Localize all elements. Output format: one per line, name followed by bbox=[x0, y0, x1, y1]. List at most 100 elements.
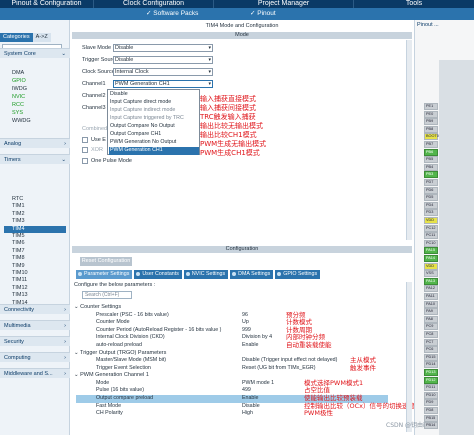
pin-pd10[interactable]: PD10 bbox=[424, 391, 438, 399]
trigger-source-select[interactable]: Disable ▾ bbox=[113, 56, 213, 64]
pin-pa10[interactable]: PA10 bbox=[424, 300, 438, 308]
dropdown-option[interactable]: PWM Generation No Output bbox=[109, 139, 199, 147]
pin-vss[interactable]: VSS bbox=[424, 270, 438, 278]
pin-pd13[interactable]: PD13 bbox=[424, 369, 438, 376]
parameter-value[interactable]: Enable bbox=[242, 395, 259, 403]
parameter-group[interactable]: ⌄ Trigger Output (TRGO) Parameters bbox=[74, 350, 166, 357]
peripheral-item[interactable]: TIM5 bbox=[12, 233, 25, 240]
slave-mode-select[interactable]: Disable ▾ bbox=[113, 44, 213, 52]
pin-pc7[interactable]: PC7 bbox=[424, 338, 438, 346]
use-etr-checkbox[interactable] bbox=[82, 137, 88, 143]
software-packs-menu[interactable]: ✓ Software Packs bbox=[146, 8, 198, 20]
pin-pb14[interactable]: PB14 bbox=[424, 422, 438, 430]
parameter-value[interactable]: 96 bbox=[242, 312, 248, 320]
peripheral-item[interactable]: TIM7 bbox=[12, 248, 25, 255]
pin-vdd[interactable]: VDD bbox=[424, 217, 438, 224]
section-security[interactable]: Security › bbox=[0, 336, 70, 346]
peripheral-item[interactable]: TIM6 bbox=[12, 240, 25, 247]
config-tab[interactable]: GPIO Settings bbox=[275, 270, 321, 279]
config-tab[interactable]: NVIC Settings bbox=[183, 270, 229, 279]
pin-pd11[interactable]: PD11 bbox=[424, 384, 438, 392]
pin-pd6[interactable]: PD6 bbox=[424, 186, 438, 194]
parameter-value[interactable]: Up bbox=[242, 319, 249, 327]
parameter-value[interactable]: High bbox=[242, 410, 253, 418]
dropdown-option[interactable]: Output Compare CH1 bbox=[109, 131, 199, 139]
peripheral-item[interactable]: GPIO bbox=[12, 78, 26, 85]
pin-pc12[interactable]: PC12 bbox=[424, 224, 438, 232]
tab-pinout-configuration[interactable]: Pinout & Configuration bbox=[0, 0, 94, 8]
parameter-value[interactable]: Disable (Trigger input effect not delaye… bbox=[242, 357, 337, 365]
parameter-value[interactable]: 999 bbox=[242, 327, 251, 335]
pin-pb5[interactable]: PB5 bbox=[424, 156, 438, 164]
pin-pb4[interactable]: PB4 bbox=[424, 163, 438, 171]
pin-pc11[interactable]: PC11 bbox=[424, 232, 438, 240]
pinout-view-label[interactable]: Pinout ... bbox=[417, 22, 439, 28]
pin-pc8[interactable]: PC8 bbox=[424, 331, 438, 338]
channel1-select[interactable]: PWM Generation CH1 ▾ bbox=[113, 80, 213, 88]
config-tab[interactable]: DMA Settings bbox=[230, 270, 274, 279]
peripheral-item[interactable]: TIM10 bbox=[12, 270, 28, 277]
pin-pb6[interactable]: PB6 bbox=[424, 148, 438, 156]
pin-pa13[interactable]: PA13 bbox=[424, 277, 438, 285]
pin-pb7[interactable]: PB7 bbox=[424, 141, 438, 148]
peripheral-item[interactable]: TIM1 bbox=[12, 203, 25, 210]
pin-boot0[interactable]: BOOT0 bbox=[424, 133, 439, 141]
pin-pd4[interactable]: PD4 bbox=[424, 201, 438, 209]
pin-pa8[interactable]: PA8 bbox=[424, 315, 438, 323]
peripheral-item[interactable]: TIM8 bbox=[12, 255, 25, 262]
pin-pd14[interactable]: PD14 bbox=[424, 361, 438, 369]
parameter-value[interactable]: Disable bbox=[242, 403, 260, 411]
tab-clock-configuration[interactable]: Clock Configuration bbox=[94, 0, 214, 8]
pin-vdd[interactable]: VDD bbox=[424, 262, 438, 270]
peripheral-item[interactable]: TIM13 bbox=[12, 292, 28, 299]
section-timers[interactable]: Timers ⌄ bbox=[0, 154, 70, 164]
config-tab[interactable]: User Constants bbox=[134, 270, 182, 279]
section-computing[interactable]: Computing › bbox=[0, 352, 70, 362]
parameter-value[interactable]: Division by 4 bbox=[242, 334, 272, 342]
pin-pa12[interactable]: PA12 bbox=[424, 285, 438, 293]
pin-pc9[interactable]: PC9 bbox=[424, 323, 438, 331]
pin-pe0[interactable]: PE0 bbox=[424, 110, 438, 118]
pin-pd8[interactable]: PD8 bbox=[424, 407, 438, 414]
dropdown-option[interactable]: Input Capture indirect mode bbox=[109, 107, 199, 115]
section-middleware[interactable]: Middleware and S... › bbox=[0, 368, 70, 378]
pin-pa14[interactable]: PA14 bbox=[424, 255, 438, 262]
dropdown-option[interactable]: Input Capture triggered by TRC bbox=[109, 115, 199, 123]
pin-pd7[interactable]: PD7 bbox=[424, 179, 438, 186]
pin-pa15[interactable]: PA15 bbox=[424, 247, 438, 255]
parameter-group[interactable]: ⌄ Counter Settings bbox=[74, 304, 121, 311]
pin-pc10[interactable]: PC10 bbox=[424, 239, 438, 247]
pin-pa9[interactable]: PA9 bbox=[424, 308, 438, 316]
peripheral-item-tim4[interactable]: TIM4 bbox=[4, 225, 66, 233]
dropdown-option[interactable]: Input Capture direct mode bbox=[109, 99, 199, 107]
peripheral-item[interactable]: TIM2 bbox=[12, 211, 25, 218]
pin-pe1[interactable]: PE1 bbox=[424, 103, 438, 110]
section-multimedia[interactable]: Multimedia › bbox=[0, 320, 70, 330]
pin-pb15[interactable]: PB15 bbox=[424, 414, 438, 422]
dropdown-option[interactable]: Output Compare No Output bbox=[109, 123, 199, 131]
tab-categories[interactable]: Categories bbox=[0, 33, 33, 42]
pin-pa11[interactable]: PA11 bbox=[424, 293, 438, 300]
parameter-value[interactable]: Enable bbox=[242, 342, 259, 350]
section-analog[interactable]: Analog › bbox=[0, 138, 70, 148]
peripheral-item[interactable]: TIM12 bbox=[12, 285, 28, 292]
config-tab[interactable]: Parameter Settings bbox=[76, 270, 133, 279]
parameter-value[interactable]: PWM mode 1 bbox=[242, 380, 274, 388]
peripheral-item[interactable]: TIM11 bbox=[12, 277, 27, 284]
peripheral-item[interactable]: IWDG bbox=[12, 86, 27, 93]
one-pulse-checkbox[interactable] bbox=[82, 158, 88, 164]
pin-pb8[interactable]: PB8 bbox=[424, 125, 438, 133]
reset-configuration-button[interactable]: Reset Configuration bbox=[80, 257, 132, 266]
pin-pb9[interactable]: PB9 bbox=[424, 118, 438, 126]
mode-scrollbar[interactable] bbox=[406, 40, 412, 240]
pinout-menu[interactable]: ✓ Pinout bbox=[250, 8, 276, 20]
section-system-core[interactable]: System Core ⌄ bbox=[0, 48, 70, 58]
tab-tools[interactable]: Tools bbox=[354, 0, 474, 8]
tab-a-z[interactable]: A->Z bbox=[32, 33, 51, 42]
section-connectivity[interactable]: Connectivity › bbox=[0, 304, 70, 314]
peripheral-item[interactable]: WWDG bbox=[12, 118, 31, 125]
parameter-value[interactable]: Reset (UG bit from TIMx_EGR) bbox=[242, 365, 315, 373]
peripheral-item[interactable]: NVIC bbox=[12, 94, 25, 101]
xor-checkbox[interactable] bbox=[82, 147, 88, 153]
clock-source-select[interactable]: Internal Clock ▾ bbox=[113, 68, 213, 76]
